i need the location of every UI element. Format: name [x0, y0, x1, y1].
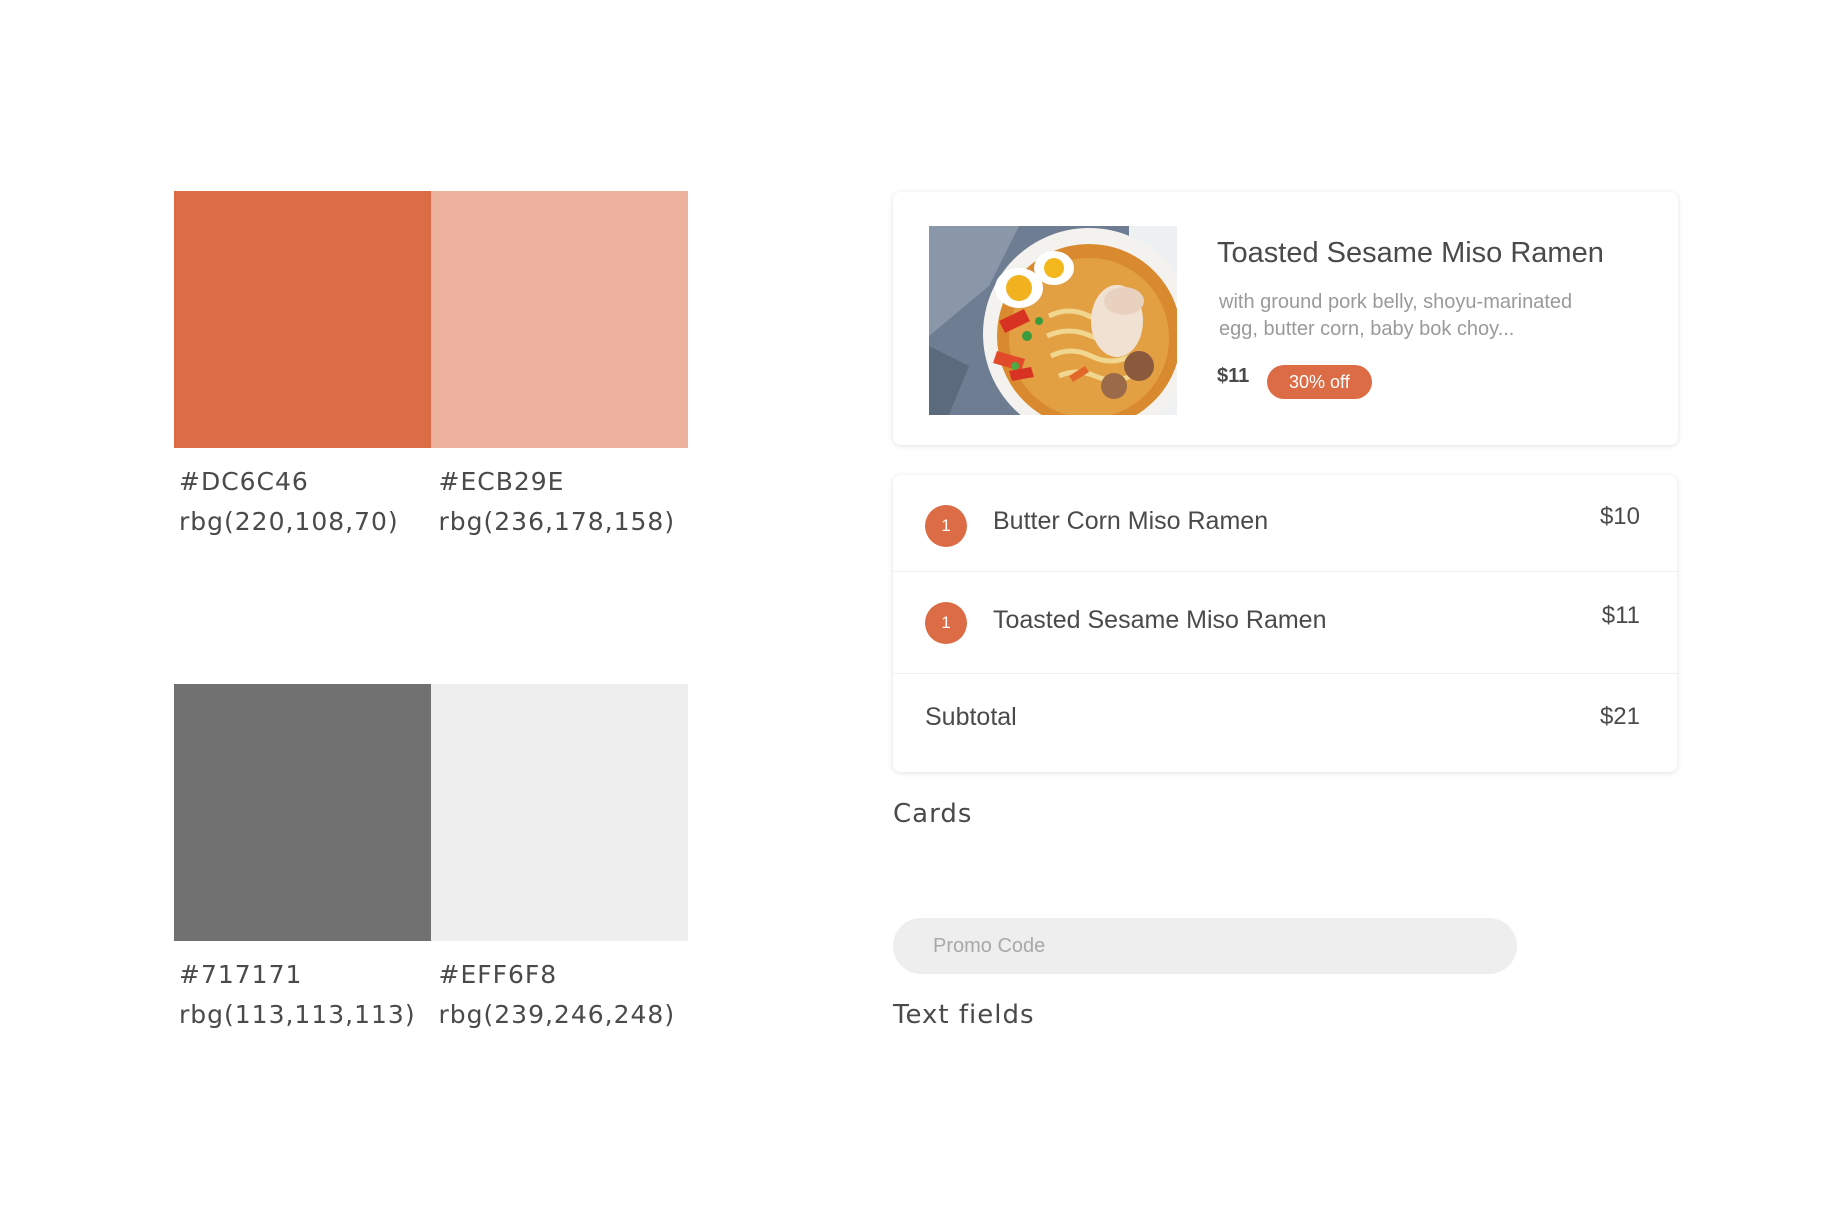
promo-code-input[interactable] [893, 918, 1517, 974]
food-item-card[interactable]: Toasted Sesame Miso Ramen with ground po… [893, 192, 1678, 445]
food-item-description: with ground pork belly, shoyu-marinated … [1219, 291, 1573, 340]
order-item-name: Toasted Sesame Miso Ramen [993, 606, 1327, 634]
swatch-primary-light [431, 191, 688, 448]
swatch-rgb: rbg(239,246,248) [438, 1000, 676, 1029]
subtotal-row: Subtotal $21 [893, 674, 1677, 772]
text-fields-caption: Text fields [893, 1000, 1035, 1030]
swatch-hex: #DC6C46 [179, 467, 309, 496]
order-item-price: $10 [1599, 503, 1640, 530]
order-item-name: Butter Corn Miso Ramen [993, 507, 1269, 535]
swatch-light-gray-label: #EFF6F8 rbg(239,246,248) [429, 941, 689, 1035]
swatch-rgb: rbg(236,178,158) [438, 507, 676, 536]
cards-caption: Cards [893, 799, 973, 829]
swatch-rgb: rbg(220,108,70) [179, 507, 399, 536]
food-item-price: $11 [1217, 365, 1250, 387]
order-item-price: $11 [1601, 602, 1640, 629]
subtotal-value: $21 [1599, 703, 1640, 730]
quantity-badge: 1 [925, 602, 967, 644]
primary-palette: #DC6C46 rbg(220,108,70) #ECB29E rbg(236,… [174, 191, 688, 542]
swatch-primary-label: #DC6C46 rbg(220,108,70) [174, 448, 429, 542]
food-item-title: Toasted Sesame Miso Ramen [1217, 237, 1604, 269]
swatch-hex: #EFF6F8 [438, 960, 558, 989]
subtotal-label: Subtotal [925, 703, 1017, 731]
swatch-hex: #717171 [179, 960, 303, 989]
swatch-gray [174, 684, 431, 941]
swatch-hex: #ECB29E [438, 467, 565, 496]
discount-badge: 30% off [1267, 365, 1372, 399]
ramen-bowl-photo [929, 226, 1177, 415]
ramen-bowl-illustration [929, 226, 1177, 415]
neutral-palette: #717171 rbg(113,113,113) #EFF6F8 rbg(239… [174, 684, 688, 1035]
swatch-rgb: rbg(113,113,113) [179, 1000, 416, 1029]
swatch-light-gray [431, 684, 688, 941]
quantity-badge: 1 [925, 505, 967, 547]
order-item-row[interactable]: 1 Butter Corn Miso Ramen $10 [893, 475, 1677, 572]
swatch-primary [174, 191, 431, 448]
swatch-primary-light-label: #ECB29E rbg(236,178,158) [429, 448, 689, 542]
order-summary-card: 1 Butter Corn Miso Ramen $10 1 Toasted S… [893, 475, 1677, 772]
swatch-gray-label: #717171 rbg(113,113,113) [174, 941, 429, 1035]
order-item-row[interactable]: 1 Toasted Sesame Miso Ramen $11 [893, 572, 1677, 674]
